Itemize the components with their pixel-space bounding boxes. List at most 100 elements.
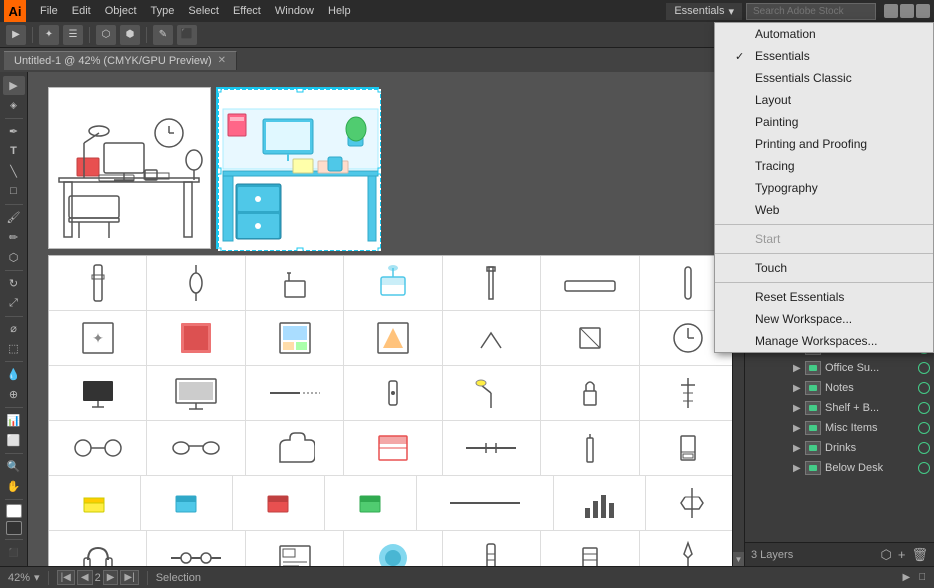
dd-item-layout[interactable]: Layout [715, 89, 933, 111]
icon-cell [344, 311, 442, 365]
fill-color[interactable] [6, 504, 22, 518]
scale-tool[interactable]: ⤢ [3, 294, 25, 313]
graph-tool[interactable]: 📊 [3, 411, 25, 430]
canvas-area[interactable]: ✦ [28, 72, 744, 566]
toolbar-sep-2 [5, 204, 23, 205]
expand-arrow[interactable]: ▶ [793, 403, 805, 414]
layer-row-office-su[interactable]: ▶ Office Su... [745, 358, 934, 378]
dd-item-manage-workspaces[interactable]: Manage Workspaces... [715, 330, 933, 352]
expand-arrow[interactable]: ▶ [793, 383, 805, 394]
dd-item-essentials-classic[interactable]: Essentials Classic [715, 67, 933, 89]
layer-name: Drinks [825, 442, 914, 454]
menu-window[interactable]: Window [269, 3, 320, 19]
stroke-color[interactable] [6, 521, 22, 535]
dd-separator-3 [715, 282, 933, 283]
line-tool[interactable]: ╲ [3, 162, 25, 181]
dd-item-touch[interactable]: Touch [715, 257, 933, 279]
eyedropper-tool[interactable]: 💧 [3, 365, 25, 384]
dd-item-new-workspace[interactable]: New Workspace... [715, 308, 933, 330]
hand-tool[interactable]: ✋ [3, 477, 25, 496]
layer-row-shelf[interactable]: ▶ Shelf + B... [745, 398, 934, 418]
menu-effect[interactable]: Effect [227, 3, 267, 19]
canvas-wrapper: ✦ [28, 72, 744, 566]
expand-arrow[interactable]: ▶ [793, 463, 805, 474]
dd-item-essentials[interactable]: ✓ Essentials [715, 45, 933, 67]
make-clipping-mask-btn[interactable]: ⬡ [881, 547, 892, 563]
transform-btn[interactable]: ✦ [39, 25, 59, 45]
close-button[interactable] [916, 4, 930, 18]
icon-cell [49, 421, 147, 475]
layer-row-below-desk[interactable]: ▶ Below Desk [745, 458, 934, 478]
dd-item-tracing[interactable]: Tracing [715, 155, 933, 177]
menu-file[interactable]: File [34, 3, 64, 19]
menu-select[interactable]: Select [182, 3, 225, 19]
icon-cell [640, 531, 737, 566]
arrange-btn[interactable]: ☰ [63, 25, 83, 45]
icons-row-1 [49, 256, 737, 311]
add-layer-btn[interactable]: + [898, 547, 906, 563]
direct-selection-tool[interactable]: ◈ [3, 96, 25, 115]
paintbrush-tool[interactable]: 🖌 [3, 208, 25, 227]
menu-object[interactable]: Object [99, 3, 143, 19]
layer-row-notes[interactable]: ▶ Notes [745, 378, 934, 398]
layer-row-misc[interactable]: ▶ Misc Items [745, 418, 934, 438]
dd-item-start: Start [715, 228, 933, 250]
selection-tool[interactable]: ▶ [3, 76, 25, 95]
warp-tool[interactable]: ⌀ [3, 319, 25, 338]
rotate-tool[interactable]: ↻ [3, 274, 25, 293]
dd-item-printing[interactable]: Printing and Proofing [715, 133, 933, 155]
eraser-tool[interactable]: ⬡ [3, 248, 25, 267]
tab-close-btn[interactable]: ✕ [218, 55, 226, 66]
change-mode[interactable]: ⬛ [3, 543, 25, 562]
minimize-button[interactable] [884, 4, 898, 18]
artboard-2[interactable] [216, 87, 379, 249]
zoom-dropdown-arrow[interactable]: ▾ [34, 571, 40, 584]
menu-type[interactable]: Type [145, 3, 181, 19]
dd-item-painting[interactable]: Painting [715, 111, 933, 133]
grid-btn[interactable]: ⬢ [120, 25, 140, 45]
icon-cell [443, 366, 541, 420]
free-transform-tool[interactable]: ⬚ [3, 339, 25, 358]
last-artboard-btn[interactable]: ▶| [120, 570, 138, 585]
expand-arrow[interactable]: ▶ [793, 423, 805, 434]
select-tool-btn[interactable]: ▶ [6, 25, 26, 45]
dd-label: Essentials Classic [755, 71, 852, 85]
zoom-tool[interactable]: 🔍 [3, 457, 25, 476]
dd-item-reset[interactable]: Reset Essentials [715, 286, 933, 308]
view-btn[interactable]: ⬡ [96, 25, 116, 45]
dd-label: Layout [755, 93, 791, 107]
delete-layer-btn[interactable]: 🗑 [911, 547, 928, 563]
maximize-button[interactable] [900, 4, 914, 18]
menu-bar: Ai File Edit Object Type Select Effect W… [0, 0, 934, 22]
next-artboard-btn[interactable]: ▶ [103, 570, 119, 585]
dd-item-automation[interactable]: Automation [715, 23, 933, 45]
blend-tool[interactable]: ⊕ [3, 385, 25, 404]
expand-arrow[interactable]: ▶ [793, 363, 805, 374]
first-artboard-btn[interactable]: |◀ [57, 570, 75, 585]
dd-item-web[interactable]: Web [715, 199, 933, 221]
toolbar-sep-4 [5, 316, 23, 317]
layer-row-drinks[interactable]: ▶ Drinks [745, 438, 934, 458]
rect-tool[interactable]: □ [3, 182, 25, 201]
artboard-tool[interactable]: ⬜ [3, 431, 25, 450]
workspace-selector[interactable]: Essentials ▾ [666, 3, 742, 20]
pen-btn[interactable]: ✎ [153, 25, 173, 45]
pen-tool[interactable]: ✒ [3, 122, 25, 141]
dd-label: New Workspace... [755, 312, 852, 326]
stock-search-input[interactable] [746, 3, 876, 20]
icon-cell [646, 476, 737, 530]
menu-edit[interactable]: Edit [66, 3, 97, 19]
pencil-tool[interactable]: ✏ [3, 228, 25, 247]
layer-name: Office Su... [825, 362, 914, 374]
type-tool[interactable]: T [3, 142, 25, 161]
scroll-down-btn[interactable]: ▼ [733, 552, 744, 566]
menu-help[interactable]: Help [322, 3, 357, 19]
rect-btn[interactable]: ⬛ [177, 25, 197, 45]
expand-arrow[interactable]: ▶ [793, 443, 805, 454]
layer-thumbnail [805, 461, 821, 475]
dd-item-typography[interactable]: Typography [715, 177, 933, 199]
document-tab[interactable]: Untitled-1 @ 42% (CMYK/GPU Preview) ✕ [4, 51, 237, 70]
artboard-1[interactable] [48, 87, 211, 249]
prev-artboard-btn[interactable]: ◀ [77, 570, 93, 585]
layer-color-dot [918, 382, 930, 394]
